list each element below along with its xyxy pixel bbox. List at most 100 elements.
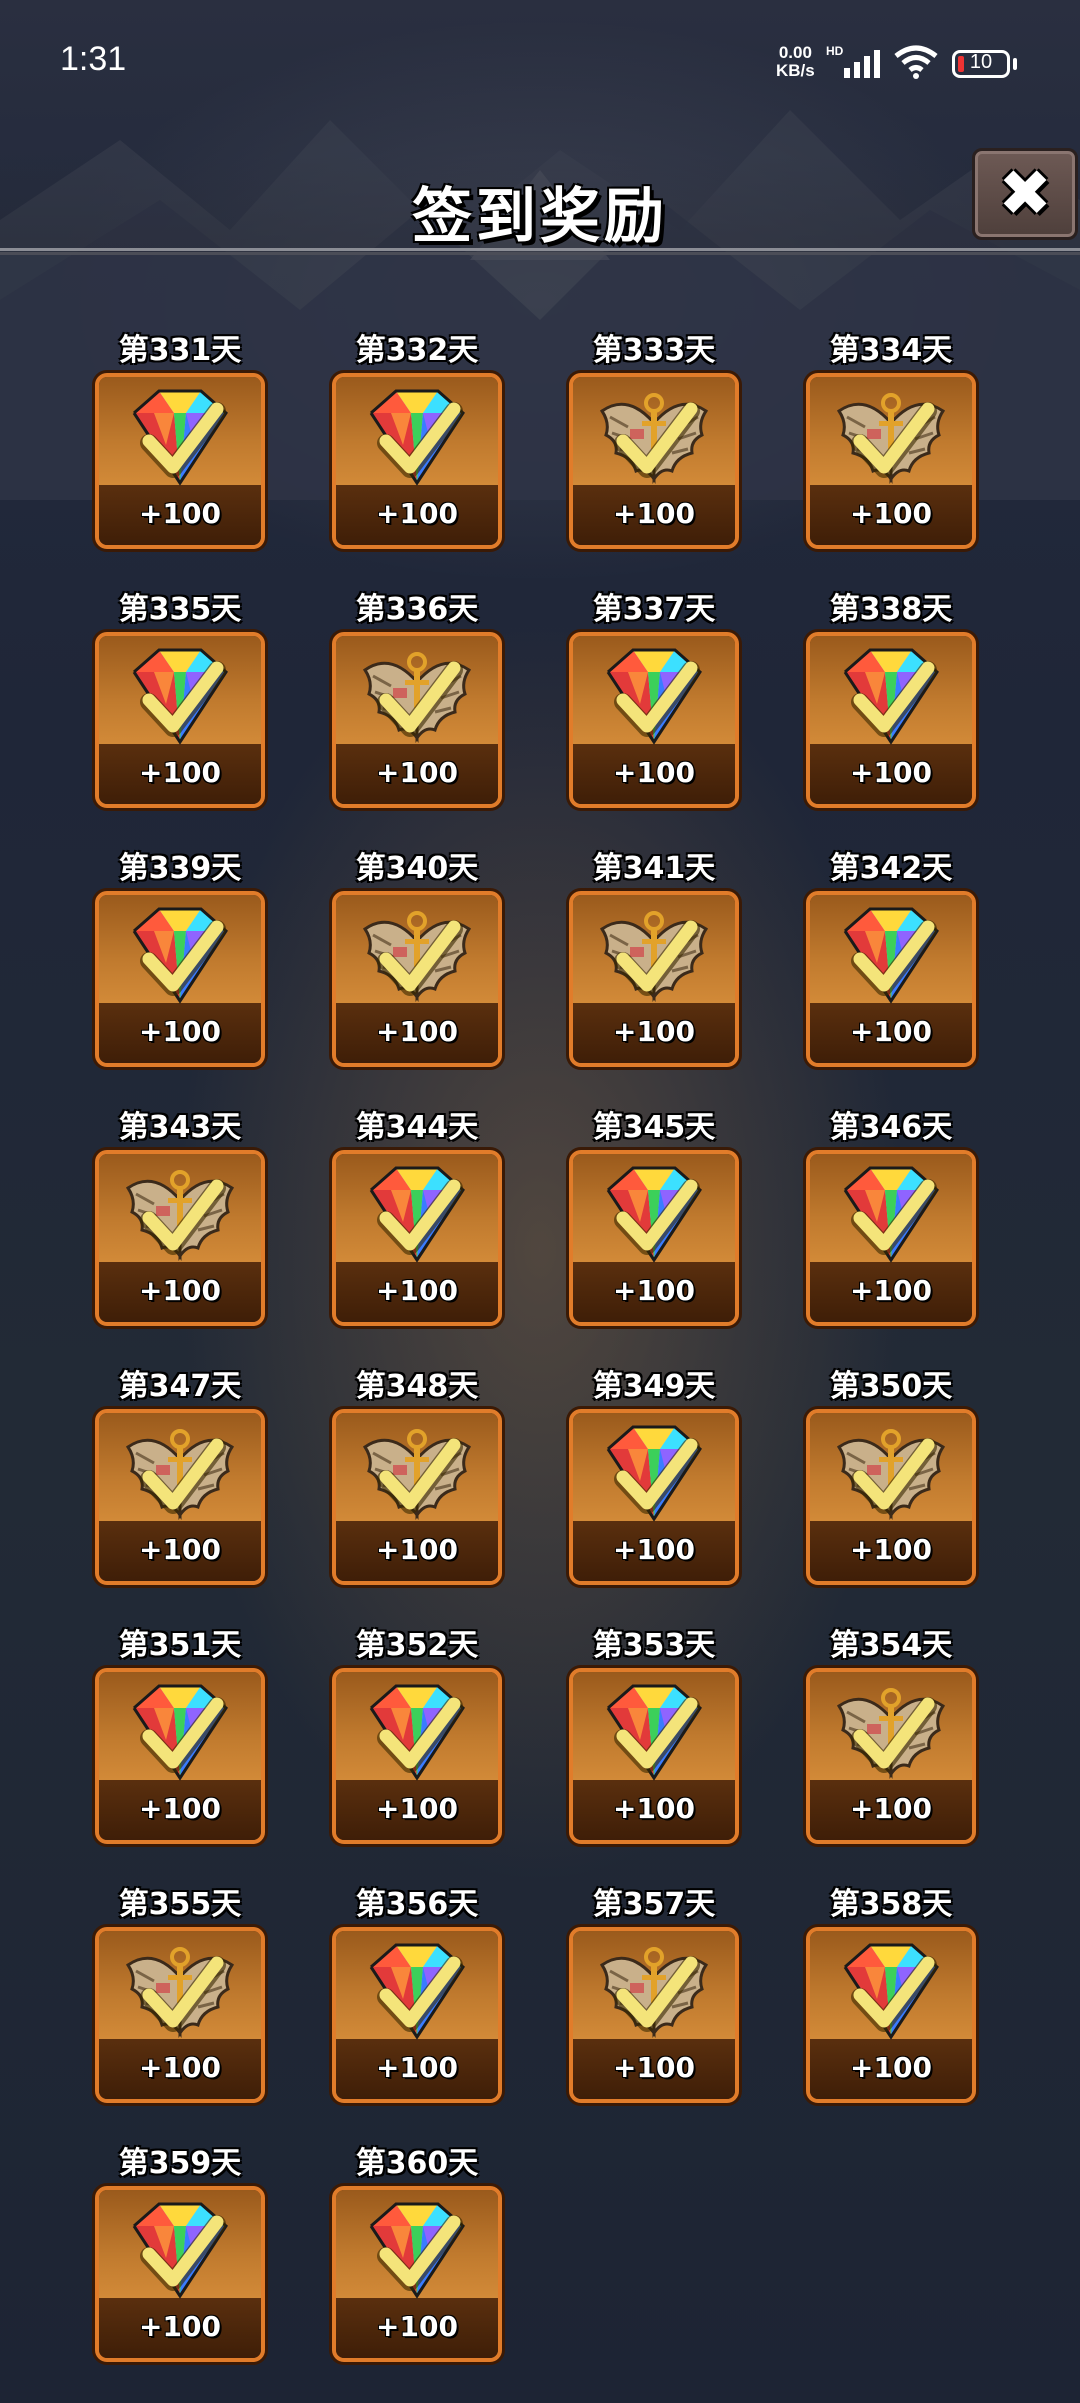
reward-card[interactable]: +100 [569,1409,739,1585]
reward-card[interactable]: +100 [569,891,739,1067]
day-label: 第348天 [355,1369,479,1404]
reward-amount: +100 [613,1533,695,1566]
reward-card[interactable]: +100 [95,1668,265,1844]
reward-amount: +100 [613,497,695,530]
reward-amount: +100 [376,1015,458,1048]
day-label: 第343天 [118,1110,242,1145]
reward-card[interactable]: +100 [332,1409,502,1585]
reward-amount: +100 [376,1533,458,1566]
battery-tip [1013,58,1017,70]
reward-card[interactable]: +100 [95,632,265,808]
reward-day-cell[interactable]: 第345天 +100 [569,1102,739,1326]
day-label: 第353天 [592,1628,716,1663]
reward-amount: +100 [613,756,695,789]
reward-card[interactable]: +100 [806,891,976,1067]
reward-day-cell[interactable]: 第357天 +100 [569,1879,739,2103]
day-label: 第346天 [829,1110,953,1145]
reward-day-cell[interactable]: 第353天 +100 [569,1620,739,1844]
reward-day-cell[interactable]: 第338天 +100 [806,584,976,808]
day-label: 第340天 [355,851,479,886]
day-label: 第352天 [355,1628,479,1663]
reward-day-cell[interactable]: 第358天 +100 [806,1879,976,2103]
reward-card[interactable]: +100 [332,632,502,808]
reward-card[interactable]: +100 [806,1668,976,1844]
reward-day-cell[interactable]: 第348天 +100 [332,1361,502,1585]
claimed-check-icon [377,1438,463,1514]
claimed-check-icon [851,661,937,737]
reward-amount: +100 [850,497,932,530]
reward-day-cell[interactable]: 第346天 +100 [806,1102,976,1326]
claimed-check-icon [614,1956,700,2032]
claimed-check-icon [140,1438,226,1514]
reward-day-cell[interactable]: 第332天 +100 [332,325,502,549]
reward-card[interactable]: +100 [569,1927,739,2103]
reward-amount: +100 [376,2051,458,2084]
reward-card[interactable]: +100 [332,1668,502,1844]
reward-day-cell[interactable]: 第334天 +100 [806,325,976,549]
reward-day-cell[interactable]: 第331天 +100 [95,325,265,549]
reward-day-cell[interactable]: 第352天 +100 [332,1620,502,1844]
reward-card[interactable]: +100 [806,1150,976,1326]
reward-day-cell[interactable]: 第349天 +100 [569,1361,739,1585]
reward-card[interactable]: +100 [806,373,976,549]
day-label: 第333天 [592,333,716,368]
day-label: 第342天 [829,851,953,886]
reward-card[interactable]: +100 [95,891,265,1067]
reward-card[interactable]: +100 [806,632,976,808]
day-label: 第347天 [118,1369,242,1404]
claimed-check-icon [140,2215,226,2291]
reward-card[interactable]: +100 [332,891,502,1067]
reward-amount: +100 [613,1792,695,1825]
reward-day-cell[interactable]: 第360天 +100 [332,2138,502,2362]
network-speed: 0.00 KB/s [776,44,815,80]
wifi-icon [894,45,938,79]
reward-day-cell[interactable]: 第340天 +100 [332,843,502,1067]
reward-day-cell[interactable]: 第344天 +100 [332,1102,502,1326]
reward-day-cell[interactable]: 第359天 +100 [95,2138,265,2362]
reward-card[interactable]: +100 [569,632,739,808]
reward-day-cell[interactable]: 第342天 +100 [806,843,976,1067]
reward-card[interactable]: +100 [95,373,265,549]
reward-card[interactable]: +100 [332,373,502,549]
close-button[interactable]: ✖ [972,148,1078,240]
network-type: HD [826,44,844,58]
day-label: 第349天 [592,1369,716,1404]
reward-card[interactable]: +100 [95,2186,265,2362]
reward-day-cell[interactable]: 第341天 +100 [569,843,739,1067]
claimed-check-icon [614,1697,700,1773]
reward-day-cell[interactable]: 第336天 +100 [332,584,502,808]
reward-card[interactable]: +100 [95,1409,265,1585]
claimed-check-icon [377,1179,463,1255]
claimed-check-icon [851,920,937,996]
reward-amount: +100 [139,1533,221,1566]
reward-card[interactable]: +100 [332,2186,502,2362]
reward-day-cell[interactable]: 第347天 +100 [95,1361,265,1585]
reward-card[interactable]: +100 [569,373,739,549]
reward-day-cell[interactable]: 第354天 +100 [806,1620,976,1844]
reward-card[interactable]: +100 [569,1150,739,1326]
reward-day-cell[interactable]: 第343天 +100 [95,1102,265,1326]
reward-card[interactable]: +100 [806,1409,976,1585]
reward-day-cell[interactable]: 第333天 +100 [569,325,739,549]
network-speed-value: 0.00 [778,43,812,62]
status-time: 1:31 [60,40,127,78]
reward-day-cell[interactable]: 第351天 +100 [95,1620,265,1844]
reward-day-cell[interactable]: 第335天 +100 [95,584,265,808]
reward-card[interactable]: +100 [806,1927,976,2103]
reward-day-cell[interactable]: 第355天 +100 [95,1879,265,2103]
reward-card[interactable]: +100 [332,1150,502,1326]
day-label: 第359天 [118,2146,242,2181]
reward-amount: +100 [376,1792,458,1825]
reward-card[interactable]: +100 [332,1927,502,2103]
reward-day-cell[interactable]: 第337天 +100 [569,584,739,808]
reward-amount: +100 [139,1792,221,1825]
reward-amount: +100 [850,2051,932,2084]
reward-card[interactable]: +100 [95,1927,265,2103]
reward-day-cell[interactable]: 第339天 +100 [95,843,265,1067]
day-label: 第357天 [592,1887,716,1922]
reward-card[interactable]: +100 [95,1150,265,1326]
reward-amount: +100 [376,2310,458,2343]
reward-day-cell[interactable]: 第350天 +100 [806,1361,976,1585]
reward-card[interactable]: +100 [569,1668,739,1844]
reward-day-cell[interactable]: 第356天 +100 [332,1879,502,2103]
